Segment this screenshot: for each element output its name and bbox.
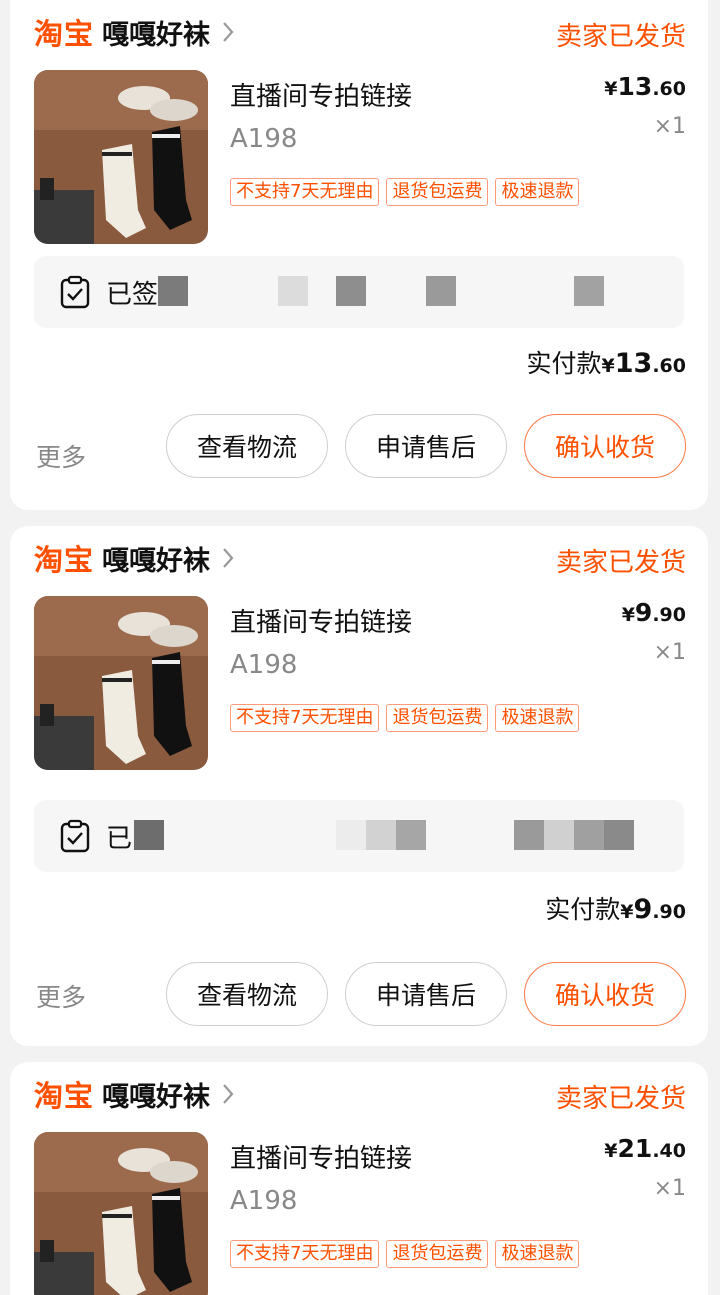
order-status: 卖家已发货 — [555, 548, 686, 578]
logistics-status-bar[interactable]: 已签 — [34, 256, 684, 328]
redacted-block — [514, 820, 544, 850]
view-logistics-button[interactable]: 查看物流 — [166, 962, 328, 1026]
confirm-receipt-button[interactable]: 确认收货 — [524, 962, 686, 1026]
product-title[interactable]: 直播间专拍链接 — [230, 76, 412, 113]
order-status: 卖家已发货 — [555, 22, 686, 52]
order-list: 淘宝 嘎嘎好袜 卖家已发货 直播间专拍链接 A198 不支持7天无理由 退货包运… — [0, 0, 720, 1295]
redacted-block — [278, 276, 308, 306]
clipboard-check-icon — [60, 819, 90, 853]
unit-price: ¥21.40 — [604, 1134, 686, 1163]
after-sale-button[interactable]: 申请售后 — [345, 414, 507, 478]
more-link[interactable]: 更多 — [36, 438, 86, 474]
quantity: ×1 — [653, 114, 686, 139]
product-image[interactable] — [34, 70, 208, 244]
chevron-right-icon — [218, 544, 238, 572]
taobao-logo: 淘宝 — [34, 543, 95, 577]
order-status: 卖家已发货 — [555, 1084, 686, 1114]
product-title[interactable]: 直播间专拍链接 — [230, 602, 412, 639]
service-tags: 不支持7天无理由 退货包运费 极速退款 — [230, 1240, 580, 1268]
redacted-block — [574, 276, 604, 306]
tag-fast-refund: 极速退款 — [495, 704, 580, 732]
tag-free-return-shipping: 退货包运费 — [386, 178, 489, 206]
shop-name[interactable]: 嘎嘎好袜 — [102, 13, 210, 52]
redacted-block — [396, 820, 426, 850]
tag-fast-refund: 极速退款 — [495, 178, 580, 206]
redacted-block — [336, 820, 366, 850]
product-image[interactable] — [34, 1132, 208, 1295]
product-image[interactable] — [34, 596, 208, 770]
product-title[interactable]: 直播间专拍链接 — [230, 1138, 412, 1175]
paid-amount: 实付款¥9.90 — [545, 894, 686, 925]
order-card: 淘宝 嘎嘎好袜 卖家已发货 直播间专拍链接 A198 不支持7天无理由 退货包运… — [10, 0, 708, 510]
confirm-receipt-button[interactable]: 确认收货 — [524, 414, 686, 478]
unit-price: ¥9.90 — [621, 598, 686, 627]
taobao-logo: 淘宝 — [34, 17, 95, 51]
unit-price: ¥13.60 — [604, 72, 686, 101]
redacted-block — [426, 276, 456, 306]
redacted-block — [366, 820, 396, 850]
service-tags: 不支持7天无理由 退货包运费 极速退款 — [230, 178, 580, 206]
redacted-block — [604, 820, 634, 850]
shop-header[interactable]: 淘宝 嘎嘎好袜 — [34, 1075, 238, 1114]
redacted-block — [544, 820, 574, 850]
tag-no-7day-return: 不支持7天无理由 — [230, 178, 380, 206]
redacted-block — [574, 820, 604, 850]
shop-name[interactable]: 嘎嘎好袜 — [102, 1075, 210, 1114]
logistics-text: 已签 — [106, 280, 159, 310]
shop-name[interactable]: 嘎嘎好袜 — [102, 539, 210, 578]
service-tags: 不支持7天无理由 退货包运费 极速退款 — [230, 704, 580, 732]
shop-header[interactable]: 淘宝 嘎嘎好袜 — [34, 539, 238, 578]
redacted-block — [158, 276, 188, 306]
quantity: ×1 — [653, 1176, 686, 1201]
after-sale-button[interactable]: 申请售后 — [345, 962, 507, 1026]
tag-no-7day-return: 不支持7天无理由 — [230, 704, 380, 732]
clipboard-check-icon — [60, 275, 90, 309]
paid-amount: 实付款¥13.60 — [526, 348, 687, 379]
tag-free-return-shipping: 退货包运费 — [386, 704, 489, 732]
redacted-block — [336, 276, 366, 306]
view-logistics-button[interactable]: 查看物流 — [166, 414, 328, 478]
product-sku: A198 — [230, 650, 298, 680]
quantity: ×1 — [653, 640, 686, 665]
logistics-text: 已 — [106, 824, 133, 854]
tag-no-7day-return: 不支持7天无理由 — [230, 1240, 380, 1268]
product-sku: A198 — [230, 1186, 298, 1216]
tag-fast-refund: 极速退款 — [495, 1240, 580, 1268]
tag-free-return-shipping: 退货包运费 — [386, 1240, 489, 1268]
shop-header[interactable]: 淘宝 嘎嘎好袜 — [34, 13, 238, 52]
taobao-logo: 淘宝 — [34, 1079, 95, 1113]
redacted-block — [134, 820, 164, 850]
chevron-right-icon — [218, 18, 238, 46]
logistics-status-bar[interactable]: 已 — [34, 800, 684, 872]
order-card: 淘宝 嘎嘎好袜 卖家已发货 直播间专拍链接 A198 不支持7天无理由 退货包运… — [10, 1062, 708, 1295]
product-sku: A198 — [230, 124, 298, 154]
more-link[interactable]: 更多 — [36, 978, 86, 1014]
order-card: 淘宝 嘎嘎好袜 卖家已发货 直播间专拍链接 A198 不支持7天无理由 退货包运… — [10, 526, 708, 1046]
chevron-right-icon — [218, 1080, 238, 1108]
